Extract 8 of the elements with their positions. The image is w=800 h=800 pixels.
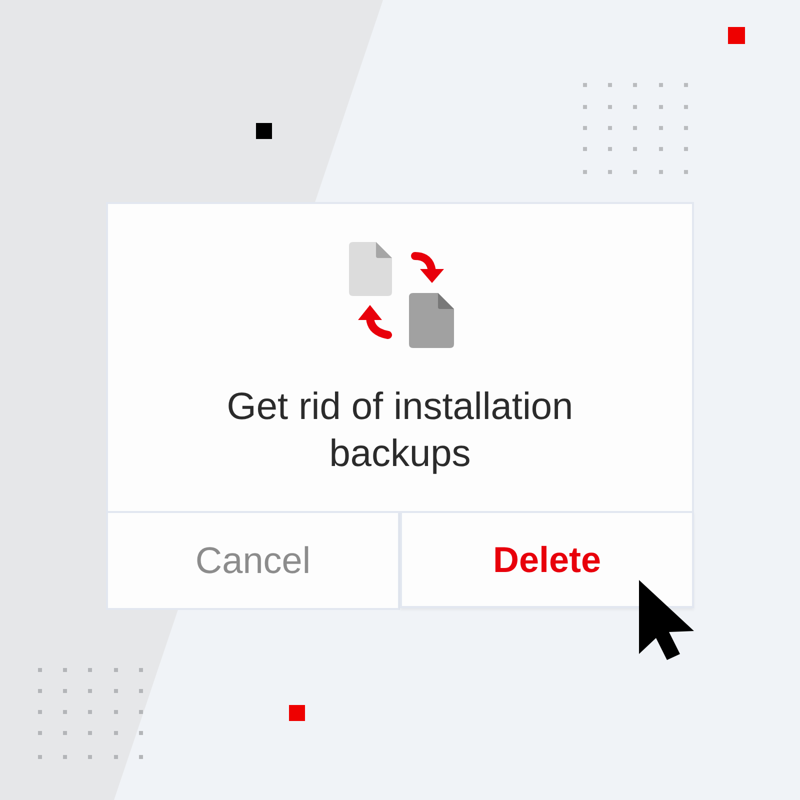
- dialog-message: Get rid of installation backups: [226, 385, 574, 477]
- mouse-pointer-icon: [638, 579, 695, 661]
- cancel-button[interactable]: Cancel: [106, 513, 400, 610]
- square-icon: [256, 123, 272, 139]
- square-icon: [728, 27, 745, 44]
- square-icon: [289, 705, 305, 721]
- documents-swap-icon: [349, 242, 455, 348]
- delete-button[interactable]: Delete: [400, 511, 694, 608]
